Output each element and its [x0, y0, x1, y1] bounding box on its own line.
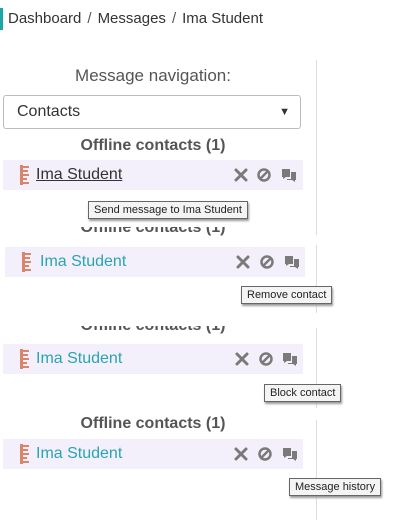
- breadcrumb-current: Ima Student: [182, 10, 263, 27]
- block-contact-icon[interactable]: [258, 351, 274, 367]
- block-contact-icon[interactable]: [257, 446, 273, 462]
- contact-row: Ima Student: [3, 439, 303, 469]
- contact-link[interactable]: Ima Student: [36, 348, 122, 370]
- offline-contacts-header: Offline contacts (1): [80, 137, 226, 154]
- breadcrumb-separator: /: [87, 10, 92, 27]
- message-history-icon[interactable]: [282, 351, 298, 367]
- block-contact-icon[interactable]: [259, 254, 275, 270]
- offline-contacts-header: Offline contacts (1): [3, 326, 303, 335]
- message-history-icon[interactable]: [281, 167, 297, 183]
- offline-contacts-header: Offline contacts (1): [80, 227, 226, 236]
- message-history-icon[interactable]: [284, 254, 300, 270]
- tooltip-block-contact: Block contact: [264, 384, 342, 402]
- tooltip-send-message: Send message to Ima Student: [88, 201, 248, 219]
- remove-contact-icon[interactable]: [235, 254, 251, 270]
- contact-link[interactable]: Ima Student: [36, 164, 122, 186]
- navigation-select[interactable]: Contacts ▼: [3, 95, 301, 129]
- chevron-down-icon: ▼: [279, 106, 290, 118]
- avatar: [17, 164, 33, 186]
- message-history-icon[interactable]: [282, 446, 298, 462]
- remove-contact-icon[interactable]: [234, 351, 250, 367]
- breadcrumb-messages[interactable]: Messages: [98, 8, 166, 30]
- remove-contact-icon[interactable]: [233, 446, 249, 462]
- contact-link[interactable]: Ima Student: [40, 251, 126, 273]
- breadcrumb-dashboard[interactable]: Dashboard: [8, 8, 81, 30]
- panel-divider: [316, 60, 317, 235]
- breadcrumb-separator: /: [171, 10, 177, 27]
- contact-row: Ima Student: [3, 160, 303, 190]
- remove-contact-icon[interactable]: [233, 167, 249, 183]
- avatar: [17, 348, 33, 370]
- tooltip-remove-contact: Remove contact: [241, 286, 333, 304]
- contact-row: Ima Student: [5, 247, 305, 277]
- message-navigation-label: Message navigation:: [75, 66, 231, 85]
- avatar: [19, 251, 35, 273]
- navigation-select-value: Contacts: [17, 103, 81, 120]
- contact-row: Ima Student: [3, 344, 303, 374]
- contact-link[interactable]: Ima Student: [36, 443, 122, 465]
- panel-divider: [316, 420, 317, 520]
- offline-contacts-header: Offline contacts (1): [80, 415, 226, 432]
- breadcrumb: Dashboard / Messages / Ima Student: [0, 8, 263, 30]
- avatar: [17, 443, 33, 465]
- tooltip-message-history: Message history: [289, 478, 382, 496]
- block-contact-icon[interactable]: [256, 167, 272, 183]
